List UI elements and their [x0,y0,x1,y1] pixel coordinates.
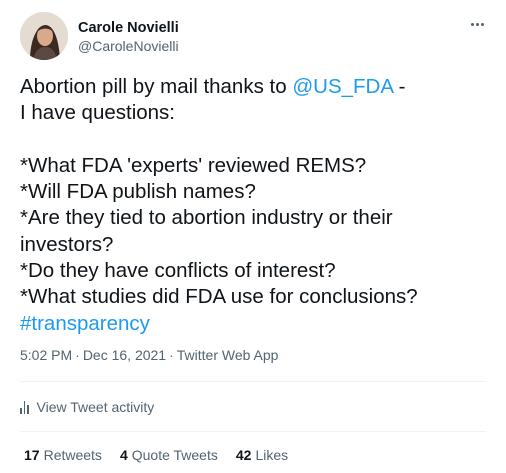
tweet-source[interactable]: Twitter Web App [177,347,279,363]
more-options-button[interactable] [464,14,490,34]
likes-stat[interactable]: 42 Likes [236,446,288,464]
retweets-count: 17 [24,447,40,463]
tweet-card: Carole Novielli @CaroleNovielli Abortion… [0,0,506,473]
view-tweet-activity-button[interactable]: View Tweet activity [20,398,154,416]
meta-separator: · [75,347,80,363]
mention-link[interactable]: @US_FDA [292,75,393,98]
meta-separator: · [169,347,174,363]
question-item: *Do they have conflicts of interest? [20,259,336,283]
avatar[interactable] [20,12,68,60]
author-names: Carole Novielli @CaroleNovielli [78,19,179,55]
divider [20,381,486,382]
tweet-time[interactable]: 5:02 PM [20,347,72,363]
author-handle[interactable]: @CaroleNovielli [78,37,179,55]
tweet-stats: 17 Retweets 4 Quote Tweets 42 Likes [24,446,306,464]
tweet-header: Carole Novielli @CaroleNovielli [20,12,490,60]
tweet-date[interactable]: Dec 16, 2021 [83,347,166,363]
hashtag-link[interactable]: #transparency [20,312,150,335]
retweets-stat[interactable]: 17 Retweets [24,446,102,464]
more-horizontal-icon [480,22,484,26]
question-item: *What FDA 'experts' reviewed REMS? [20,153,367,177]
tweet-text: Abortion pill by mail thanks to @US_FDA … [20,74,490,337]
quote-tweets-count: 4 [119,447,128,463]
tweet-text-line2: I have questions: [20,101,175,125]
likes-label: Likes [255,447,289,463]
more-horizontal-icon [475,22,479,26]
tweet-meta: 5:02 PM · Dec 16, 2021 · Twitter Web App [20,346,278,364]
avatar-photo [20,12,68,60]
question-item: *What studies did FDA use for conclusion… [20,285,418,309]
question-item: *Will FDA publish names? [20,180,256,204]
likes-count: 42 [235,447,252,463]
question-item: *Are they tied to abortion industry or t… [20,206,399,256]
tweet-text-line1-suffix: - [392,75,406,98]
divider [20,431,486,432]
view-tweet-activity-label: View Tweet activity [36,399,155,415]
more-horizontal-icon [470,22,474,26]
author-display-name[interactable]: Carole Novielli [78,19,179,37]
quote-tweets-label: Quote Tweets [131,447,218,463]
tweet-text-line1-prefix: Abortion pill by mail thanks to [20,75,293,98]
quote-tweets-stat[interactable]: 4 Quote Tweets [120,446,218,464]
retweets-label: Retweets [43,447,102,463]
bar-chart-icon [20,400,29,414]
